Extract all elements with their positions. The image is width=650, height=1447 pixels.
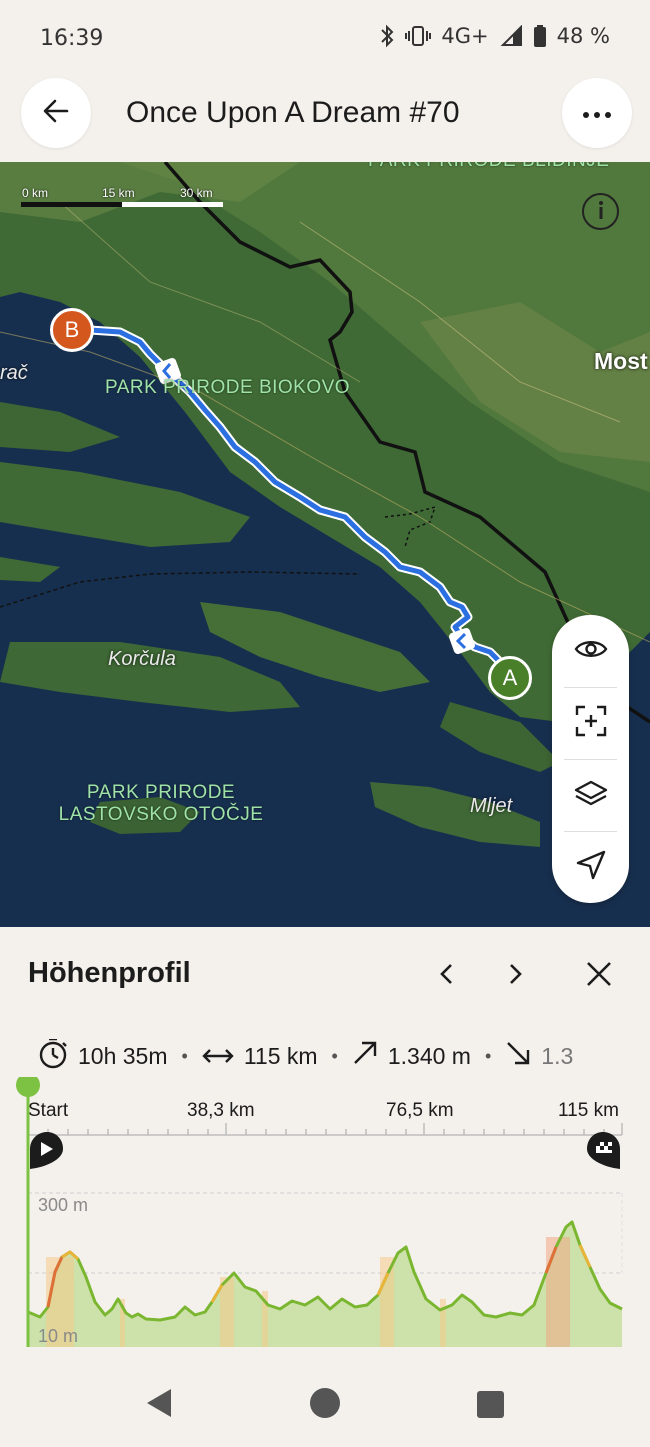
stopwatch-icon: [38, 1039, 68, 1073]
map-label-town: rač: [0, 362, 28, 384]
scale-label-0: 0 km: [22, 186, 49, 200]
map-tools-panel: [552, 615, 629, 903]
eye-icon: [574, 638, 608, 664]
map-label-mljet: Mljet: [470, 795, 513, 817]
ascent-arrow-icon: [352, 1040, 378, 1072]
y-label-top: 300 m: [38, 1195, 89, 1215]
network-type: 4G+: [441, 24, 489, 48]
descent-value: 1.3: [541, 1042, 574, 1069]
fit-route-button[interactable]: [552, 687, 629, 759]
y-label-bottom: 10 m: [38, 1326, 79, 1346]
info-icon: [597, 200, 605, 224]
elevation-profile-chart[interactable]: [0, 1077, 650, 1347]
more-options-button[interactable]: [562, 78, 632, 148]
route-end-marker[interactable]: B: [50, 308, 94, 352]
route-stats: 10h 35m • 115 km • 1.340 m • 1.3: [38, 1039, 650, 1073]
elevation-panel: Höhenprofil 10h 35m • 115 km • 1.340 m •…: [0, 927, 650, 1365]
map-label-park-blidinje: PARK PRIRODE BLIDINJE: [368, 162, 609, 172]
arrow-left-icon: [42, 97, 70, 129]
map-label-park-lastovo: PARK PRIRODE LASTOVSKO OTOČJE: [58, 782, 264, 825]
home-circle-icon[interactable]: [309, 1387, 341, 1423]
my-location-button[interactable]: [552, 831, 629, 903]
duration-stat: 10h 35m: [38, 1039, 168, 1073]
distance-stat: 115 km: [202, 1043, 318, 1070]
start-flag-icon: [30, 1132, 63, 1169]
status-icons: 4G+ 48 %: [379, 24, 610, 48]
toggle-visibility-button[interactable]: [552, 615, 629, 687]
next-button[interactable]: [501, 961, 531, 991]
scale-label-15: 15 km: [102, 186, 135, 200]
layers-icon: [574, 779, 608, 811]
previous-button[interactable]: [431, 961, 461, 991]
vibrate-icon: [405, 25, 432, 47]
ascent-stat: 1.340 m: [352, 1040, 471, 1072]
signal-icon: [499, 25, 523, 47]
descent-stat: 1.3: [505, 1040, 573, 1072]
page-title: Once Upon A Dream #70: [126, 96, 460, 129]
position-handle[interactable]: [16, 1077, 40, 1097]
battery-percent: 48 %: [556, 24, 610, 48]
elevation-title: Höhenprofil: [28, 957, 191, 989]
distance-arrows-icon: [202, 1043, 234, 1070]
status-bar: 16:39 4G+ 48 %: [0, 0, 650, 78]
close-button[interactable]: [584, 961, 614, 991]
app-header: Once Upon A Dream #70: [0, 78, 650, 162]
map-label-park-biokovo: PARK PRIRODE BIOKOVO: [105, 377, 351, 398]
map-info-button[interactable]: [582, 193, 619, 230]
fit-route-icon: [575, 705, 607, 741]
descent-arrow-icon: [505, 1040, 531, 1072]
back-button[interactable]: [21, 78, 91, 148]
route-map[interactable]: 0 km 15 km 30 km PARK PRIRODE BLIDINJE P…: [0, 162, 650, 927]
finish-flag-icon: [587, 1132, 620, 1169]
status-time: 16:39: [40, 26, 104, 51]
bluetooth-icon: [379, 24, 395, 48]
route-start-marker[interactable]: A: [488, 656, 532, 700]
map-layers-button[interactable]: [552, 759, 629, 831]
map-label-korcula: Korčula: [108, 648, 176, 670]
chevron-right-icon: [509, 963, 523, 989]
map-label-mostar: Most: [594, 348, 648, 374]
duration-value: 10h 35m: [78, 1042, 168, 1069]
navigate-icon: [575, 849, 607, 885]
ascent-value: 1.340 m: [387, 1042, 471, 1069]
more-horizontal-icon: [582, 104, 612, 123]
chevron-left-icon: [439, 963, 453, 989]
back-triangle-icon[interactable]: [145, 1387, 173, 1423]
battery-icon: [533, 24, 547, 48]
recents-square-icon[interactable]: [477, 1391, 504, 1422]
system-nav-bar: [0, 1365, 650, 1447]
scale-label-30: 30 km: [180, 186, 213, 200]
distance-value: 115 km: [243, 1042, 318, 1069]
close-icon: [586, 961, 612, 991]
